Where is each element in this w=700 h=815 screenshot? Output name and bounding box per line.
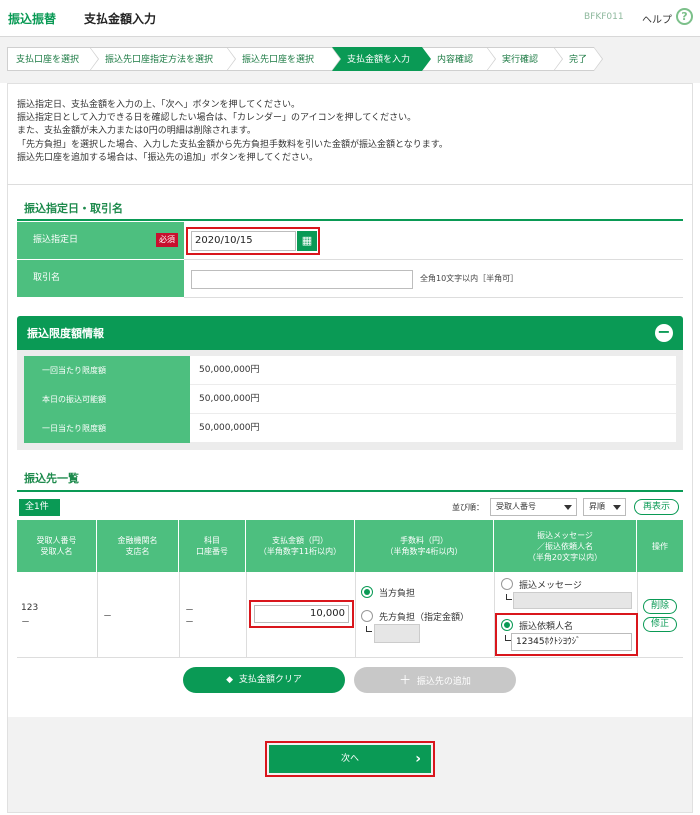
instruction-line: 「先方負担」を選択した場合、入力した支払金額から先方負担手数料を引いた金額が振込… xyxy=(17,139,448,150)
order-select[interactable]: 昇順 xyxy=(583,498,626,516)
date-label: 振込指定日 必須 xyxy=(17,222,184,260)
transfer-date-input[interactable]: 2020/10/15 xyxy=(191,231,296,251)
instruction-line: 振込指定日として入力できる日を確認したい場合は、「カレンダー」のアイコンを押して… xyxy=(17,113,417,124)
col-divider xyxy=(355,572,356,658)
transaction-name-input[interactable] xyxy=(191,270,413,289)
limit-row: 本日の振込可能額 50,000,000円 xyxy=(24,385,676,414)
sender-name-input[interactable]: 12345ﾎｸﾄｼﾖｳｼﾞ xyxy=(511,633,632,651)
divider xyxy=(7,184,693,185)
account-number: － xyxy=(185,618,195,628)
col-header-amount: 支払金額（円） （半角数字11桁以内） xyxy=(246,520,355,572)
sort-label: 並び順： xyxy=(452,503,484,512)
plus-icon: ＋ xyxy=(399,673,412,687)
step-enter-amount: 支払金額を入力 xyxy=(332,47,431,71)
col-divider xyxy=(246,572,247,658)
sender-radio[interactable] xyxy=(501,619,513,631)
collapse-icon[interactable]: − xyxy=(655,324,673,342)
fee-payee-radio[interactable] xyxy=(361,610,373,622)
instruction-line: 振込指定日、支払金額を入力の上、「次へ」ボタンを押してください。 xyxy=(17,100,300,110)
date-row: 振込指定日 必須 xyxy=(17,222,683,260)
count-badge: 全1件 xyxy=(19,499,60,516)
next-button[interactable]: 次へ › xyxy=(269,745,431,773)
help-icon[interactable]: ? xyxy=(676,8,693,25)
message-radio[interactable] xyxy=(501,578,513,590)
chevron-down-icon xyxy=(613,505,621,510)
col-header-bank: 金融機関名 支店名 xyxy=(97,520,179,572)
bank-name: － xyxy=(103,612,113,622)
page-header: 振込振替 支払金額入力 BFKF011 ヘルプ ? xyxy=(0,0,700,37)
chevron-right-icon: › xyxy=(415,751,421,767)
col-header-fee: 手数料（円） （半角数字4桁以内） xyxy=(355,520,494,572)
indent-corner-icon xyxy=(506,594,512,600)
fee-payee-label: 先方負担（指定金額） xyxy=(379,613,470,623)
section-title-date: 振込指定日・取引名 xyxy=(24,202,123,215)
delete-button[interactable]: 削除 xyxy=(643,599,677,614)
fee-amount-input[interactable] xyxy=(374,624,420,643)
limit-row: 一回当たり限度額 50,000,000円 xyxy=(24,356,676,385)
step-select-source-account: 支払口座を選択 xyxy=(7,47,99,71)
sender-label: 振込依頼人名 xyxy=(519,622,574,632)
limit-row: 一日当たり限度額 50,000,000円 xyxy=(24,414,676,443)
step-confirm-content: 内容確認 xyxy=(422,47,496,71)
screen-id: BFKF011 xyxy=(584,12,624,22)
page-title: 支払金額入力 xyxy=(84,12,157,26)
step-select-payee-method: 振込先口座指定方法を選択 xyxy=(90,47,236,71)
step-execute-confirm: 実行確認 xyxy=(487,47,563,71)
instruction-line: また、支払金額が未入力または0円の明細は削除されます。 xyxy=(17,126,256,137)
message-label: 振込メッセージ xyxy=(519,581,582,591)
limit-panel-title: 振込限度額情報 xyxy=(27,327,104,340)
help-link[interactable]: ヘルプ xyxy=(642,11,672,26)
step-select-payee-account: 振込先口座を選択 xyxy=(227,47,341,71)
limit-value: 50,000,000円 xyxy=(199,423,260,433)
table-header: 受取人番号 受取人名 金融機関名 支店名 科目 口座番号 支払金額（円） （半角数字11… xyxy=(17,520,683,572)
redisplay-button[interactable]: 再表示 xyxy=(634,499,679,515)
limit-value: 50,000,000円 xyxy=(199,365,260,375)
required-badge: 必須 xyxy=(156,233,178,247)
payee-name: － xyxy=(21,618,31,628)
amount-input[interactable]: 10,000 xyxy=(254,605,349,623)
step-bar: 支払口座を選択 振込先口座指定方法を選択 振込先口座を選択 支払金額を入力 内容… xyxy=(0,37,700,83)
clear-amount-button[interactable]: ◆ 支払金額クリア xyxy=(183,667,345,693)
eraser-icon: ◆ xyxy=(226,675,234,685)
limit-panel-header: 振込限度額情報 − xyxy=(17,316,683,350)
indent-corner-icon xyxy=(366,626,372,632)
fee-self-radio[interactable] xyxy=(361,586,373,598)
transaction-name-hint: 全角10文字以内［半角可］ xyxy=(420,274,519,283)
col-divider xyxy=(97,572,98,658)
calendar-icon[interactable]: ▦ xyxy=(297,231,317,251)
col-header-message: 振込メッセージ ／振込依頼人名 （半角20文字以内） xyxy=(494,520,637,572)
edit-button[interactable]: 修正 xyxy=(643,617,677,632)
add-payee-button[interactable]: ＋ 振込先の追加 xyxy=(354,667,516,693)
limit-value: 50,000,000円 xyxy=(199,394,260,404)
sort-select[interactable]: 受取人番号 xyxy=(490,498,577,516)
message-input[interactable] xyxy=(513,592,632,609)
brand-label: 振込振替 xyxy=(8,12,57,26)
limit-label: 一日当たり限度額 xyxy=(24,414,190,443)
section-rule xyxy=(17,219,683,221)
transaction-name-label: 取引名 xyxy=(17,260,184,298)
col-divider xyxy=(179,572,180,658)
section-title-payees: 振込先一覧 xyxy=(24,472,79,485)
section-rule xyxy=(17,490,683,492)
fee-self-label: 当方負担 xyxy=(379,589,416,599)
limit-label: 一回当たり限度額 xyxy=(24,356,190,385)
col-header-payee: 受取人番号 受取人名 xyxy=(17,520,97,572)
col-header-actions: 操作 xyxy=(652,541,668,551)
limit-label: 本日の振込可能額 xyxy=(24,385,190,414)
chevron-down-icon xyxy=(564,505,572,510)
instructions: 振込指定日、支払金額を入力の上、「次へ」ボタンを押してください。 振込指定日とし… xyxy=(17,99,677,165)
payee-number: 123 xyxy=(21,603,39,613)
instruction-line: 振込先口座を追加する場合は、「振込先の追加」ボタンを押してください。 xyxy=(17,152,318,163)
col-header-account: 科目 口座番号 xyxy=(179,520,246,572)
